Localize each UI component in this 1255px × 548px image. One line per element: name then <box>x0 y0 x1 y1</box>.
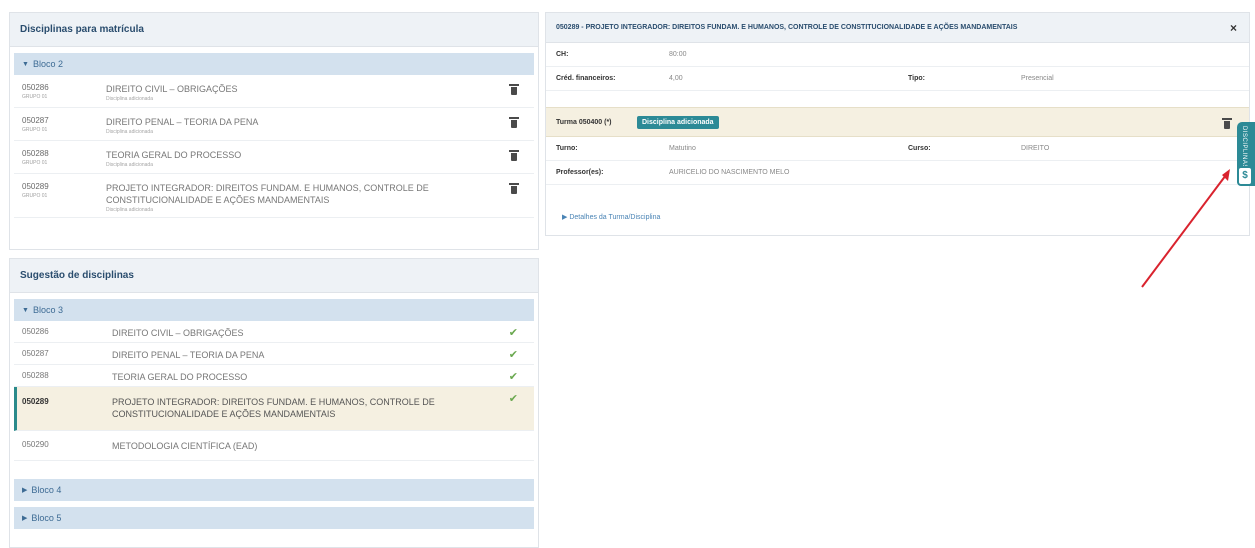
discipline-name: TEORIA GERAL DO PROCESSO <box>112 372 248 382</box>
caret-right-icon: ▶ <box>22 515 28 522</box>
ch-label: CH: <box>556 51 569 58</box>
check-icon: ✔ <box>508 393 518 405</box>
bloco-3-header[interactable]: ▼ Bloco 3 <box>14 299 534 321</box>
sugestao-panel-title: Sugestão de disciplinas <box>10 259 538 293</box>
discipline-code: 050286 <box>22 327 49 336</box>
bloco-label: Bloco 3 <box>32 305 63 315</box>
discipline-code: 050289 <box>22 182 49 191</box>
trash-icon[interactable] <box>509 84 519 95</box>
tipo-label: Tipo: <box>908 75 925 82</box>
discipline-code: 050286 <box>22 83 49 92</box>
close-icon[interactable]: × <box>1230 21 1237 35</box>
discipline-name: PROJETO INTEGRADOR: DIREITOS FUNDAM. E H… <box>112 397 435 419</box>
sugestao-panel: Sugestão de disciplinas ▼ Bloco 3 050286… <box>9 258 539 548</box>
check-icon: ✔ <box>508 327 518 339</box>
cred-label: Créd. financeiros: <box>556 75 616 82</box>
sugestao-row[interactable]: 050286 DIREITO CIVIL – OBRIGAÇÕES ✔ <box>14 321 534 343</box>
discipline-code: 050289 <box>22 397 49 406</box>
trash-icon[interactable] <box>509 150 519 161</box>
detail-title: 050289 - PROJETO INTEGRADOR: DIREITOS FU… <box>546 13 1249 43</box>
caret-down-icon: ▼ <box>22 60 29 68</box>
sugestao-row-selected[interactable]: 050289 PROJETO INTEGRADOR: DIREITOS FUND… <box>14 387 534 431</box>
bloco-label: Bloco 2 <box>32 59 63 69</box>
bloco-2-header[interactable]: ▼ Bloco 2 <box>14 53 534 75</box>
discipline-code: 050287 <box>22 349 49 358</box>
discipline-status: Disciplina adicionada <box>106 162 153 168</box>
trash-icon[interactable] <box>509 117 519 128</box>
matricula-panel: Disciplinas para matrícula ▼ Bloco 2 050… <box>9 12 539 250</box>
professor-value: AURICELIO DO NASCIMENTO MELO <box>669 169 790 176</box>
discipline-name: DIREITO CIVIL – OBRIGAÇÕES <box>112 328 244 338</box>
matricula-row: 050289 GRUPO 01 PROJETO INTEGRADOR: DIRE… <box>14 174 534 218</box>
matricula-row: 050288 GRUPO 01 TEORIA GERAL DO PROCESSO… <box>14 141 534 174</box>
discipline-group: GRUPO 01 <box>22 160 48 166</box>
turma-label: Turma 050400 (*) <box>556 119 612 126</box>
discipline-group: GRUPO 01 <box>22 94 48 100</box>
caret-down-icon: ▼ <box>22 306 29 314</box>
cred-row: Créd. financeiros: 4,00 Tipo: Presencial <box>546 67 1249 91</box>
discipline-code: 050290 <box>22 440 49 449</box>
discipline-status: Disciplina adicionada <box>106 129 153 135</box>
turno-row: Turno: Matutino Curso: DIREITO <box>546 137 1249 161</box>
sugestao-row[interactable]: 050287 DIREITO PENAL – TEORIA DA PENA ✔ <box>14 343 534 365</box>
discipline-code: 050287 <box>22 116 49 125</box>
ch-row: CH: 80:00 <box>546 43 1249 67</box>
sugestao-row[interactable]: 050288 TEORIA GERAL DO PROCESSO ✔ <box>14 365 534 387</box>
professor-label: Professor(es): <box>556 169 604 176</box>
bloco-5-header[interactable]: ▶ Bloco 5 <box>14 507 534 529</box>
discipline-name: DIREITO PENAL – TEORIA DA PENA <box>112 350 265 360</box>
tipo-value: Presencial <box>1021 75 1054 82</box>
discipline-name: METODOLOGIA CIENTÍFICA (EAD) <box>112 441 258 451</box>
side-tab-label: DISCIPLINAS <box>1241 126 1247 169</box>
discipline-code: 050288 <box>22 149 49 158</box>
discipline-group: GRUPO 01 <box>22 127 48 133</box>
trash-icon[interactable] <box>509 183 519 194</box>
ch-value: 80:00 <box>669 51 687 58</box>
curso-value: DIREITO <box>1021 145 1050 152</box>
check-icon: ✔ <box>508 371 518 383</box>
sugestao-row[interactable]: 050290 METODOLOGIA CIENTÍFICA (EAD) <box>14 431 534 461</box>
check-icon: ✔ <box>508 349 518 361</box>
discipline-name: PROJETO INTEGRADOR: DIREITOS FUNDAM. E H… <box>106 182 436 214</box>
status-badge: Disciplina adicionada <box>637 116 719 129</box>
red-arrow-annotation <box>1141 169 1230 288</box>
bloco-label: Bloco 5 <box>31 513 62 523</box>
cred-value: 4,00 <box>669 75 683 82</box>
caret-right-icon: ▶ <box>22 487 28 494</box>
bloco-label: Bloco 4 <box>31 485 62 495</box>
discipline-status: Disciplina adicionada <box>106 207 153 213</box>
turno-label: Turno: <box>556 145 578 152</box>
discipline-status: Disciplina adicionada <box>106 96 153 102</box>
curso-label: Curso: <box>908 145 931 152</box>
trash-icon[interactable] <box>1222 118 1232 129</box>
discipline-name: DIREITO PENAL – TEORIA DA PENA Disciplin… <box>106 116 436 136</box>
turno-value: Matutino <box>669 145 696 152</box>
discipline-name: DIREITO CIVIL – OBRIGAÇÕES Disciplina ad… <box>106 83 436 103</box>
matricula-panel-title: Disciplinas para matrícula <box>10 13 538 47</box>
matricula-row: 050286 GRUPO 01 DIREITO CIVIL – OBRIGAÇÕ… <box>14 75 534 108</box>
turma-bar: Turma 050400 (*) Disciplina adicionada <box>546 107 1249 137</box>
discipline-name: TEORIA GERAL DO PROCESSO Disciplina adic… <box>106 149 436 169</box>
bloco-4-header[interactable]: ▶ Bloco 4 <box>14 479 534 501</box>
discipline-group: GRUPO 01 <box>22 193 48 199</box>
matricula-row: 050287 GRUPO 01 DIREITO PENAL – TEORIA D… <box>14 108 534 141</box>
discipline-code: 050288 <box>22 371 49 380</box>
detalhes-turma-link[interactable]: ▶ Detalhes da Turma/Disciplina <box>562 213 660 221</box>
arrow-shaft <box>1141 174 1227 288</box>
